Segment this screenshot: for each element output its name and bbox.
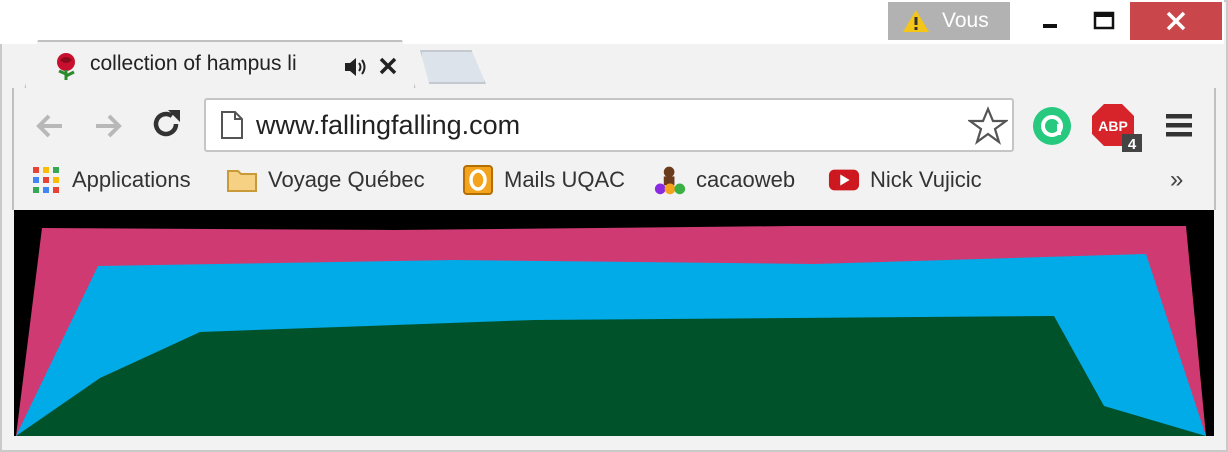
warning-icon <box>903 10 929 32</box>
svg-text:ABP: ABP <box>1098 118 1128 134</box>
bookmark-star-icon[interactable] <box>968 106 1008 146</box>
tab-title: collection of hampus li <box>90 52 297 75</box>
grammarly-extension-icon[interactable] <box>1030 104 1074 148</box>
bookmark-voyage-quebec[interactable]: Voyage Québec <box>226 160 425 200</box>
back-arrow-icon[interactable] <box>32 108 68 144</box>
speaker-icon[interactable] <box>342 54 368 80</box>
maximize-button[interactable] <box>1080 2 1128 40</box>
youtube-icon <box>828 169 860 191</box>
svg-text:4: 4 <box>1128 136 1137 153</box>
bookmark-label: Voyage Québec <box>268 167 425 192</box>
forward-arrow-icon[interactable] <box>90 108 126 144</box>
bookmark-label: Applications <box>72 167 191 192</box>
close-tab-icon[interactable] <box>376 54 400 78</box>
close-window-icon <box>1166 11 1186 31</box>
apps-grid-icon <box>33 167 59 193</box>
profile-button[interactable]: Vous <box>888 2 1010 40</box>
url-input[interactable] <box>256 110 956 141</box>
reload-icon[interactable] <box>148 106 184 142</box>
falling-art-canvas <box>14 210 1214 436</box>
page-content <box>14 210 1214 436</box>
bookmark-mails-uqac[interactable]: Mails UQAC <box>462 160 625 200</box>
bookmarks-overflow-chevron[interactable]: » <box>1170 166 1183 194</box>
maximize-icon <box>1093 11 1115 30</box>
folder-icon <box>227 170 257 192</box>
cacaoweb-icon <box>654 166 686 195</box>
bookmark-label: Nick Vujicic <box>870 167 982 192</box>
bookmark-cacaoweb[interactable]: cacaoweb <box>654 160 795 200</box>
profile-name: Vous <box>942 9 989 32</box>
page-icon <box>221 111 243 139</box>
bookmark-label: cacaoweb <box>696 167 796 192</box>
bookmark-applications[interactable]: Applications <box>30 160 191 200</box>
minimize-icon <box>1043 24 1057 28</box>
chrome-menu-icon[interactable] <box>1162 108 1196 142</box>
bookmark-label: Mails UQAC <box>504 167 626 192</box>
bookmark-nick-vujicic[interactable]: Nick Vujicic <box>828 160 982 200</box>
rose-favicon-icon <box>57 53 75 80</box>
close-window-button[interactable] <box>1130 2 1222 40</box>
outlook-icon <box>463 165 493 195</box>
adblock-plus-extension-icon[interactable]: ABP 4 <box>1092 102 1148 154</box>
minimize-button[interactable] <box>1026 2 1074 40</box>
address-bar[interactable] <box>204 98 1014 152</box>
